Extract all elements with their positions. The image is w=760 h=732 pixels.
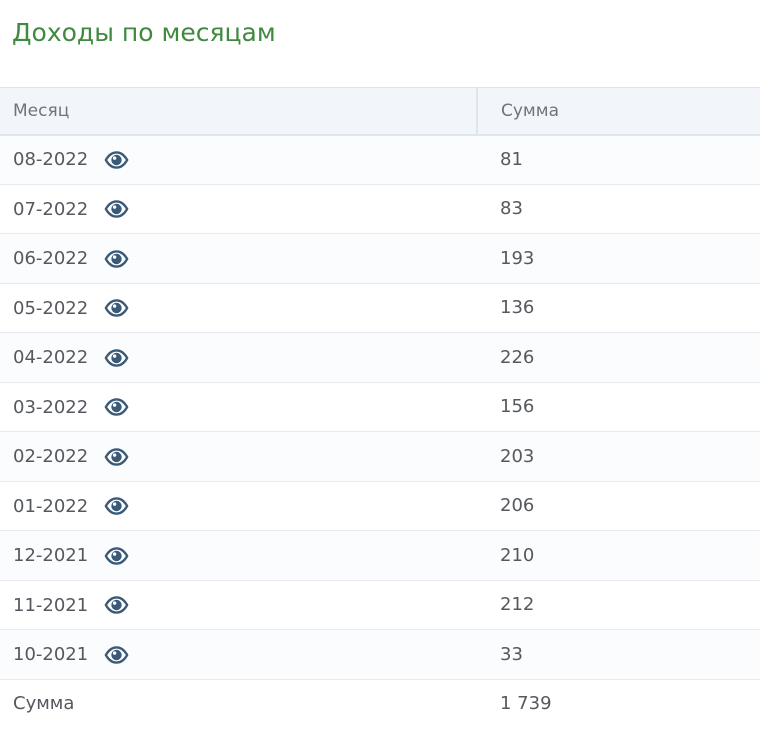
month-label: 08-2022 xyxy=(13,149,89,171)
table-row: 10-2021 33 xyxy=(0,629,760,680)
eye-icon[interactable] xyxy=(103,199,130,219)
eye-icon[interactable] xyxy=(103,397,130,417)
eye-icon[interactable] xyxy=(103,249,130,269)
cell-amount: 136 xyxy=(477,283,760,333)
table-row: 04-2022 226 xyxy=(0,332,760,383)
cell-amount: 33 xyxy=(477,629,760,680)
table-row: 01-2022 206 xyxy=(0,481,760,531)
total-label: Сумма xyxy=(13,693,75,715)
eye-icon[interactable] xyxy=(103,546,130,566)
eye-icon-graphic xyxy=(104,497,129,515)
month-label: 02-2022 xyxy=(13,446,89,467)
header-row: Месяц Сумма xyxy=(0,87,760,136)
month-label: 05-2022 xyxy=(13,297,89,319)
cell-month: 04-2022 xyxy=(0,332,477,383)
eye-icon-graphic xyxy=(104,200,129,218)
cell-amount: 212 xyxy=(477,580,760,630)
cell-month: 05-2022 xyxy=(0,283,477,333)
eye-icon[interactable] xyxy=(103,496,130,516)
eye-icon-graphic xyxy=(104,150,129,169)
eye-icon-graphic xyxy=(104,447,129,466)
month-label: 10-2021 xyxy=(13,644,89,665)
eye-icon[interactable] xyxy=(103,447,130,467)
eye-icon-graphic xyxy=(104,645,129,664)
table-row: 02-2022 203 xyxy=(0,431,760,482)
cell-amount: 203 xyxy=(477,431,760,482)
table-row: 07-2022 83 xyxy=(0,184,760,234)
month-label: 01-2022 xyxy=(13,495,89,517)
month-label: 11-2021 xyxy=(13,594,89,616)
cell-month: 11-2021 xyxy=(0,580,477,630)
column-header-month[interactable]: Месяц xyxy=(0,87,478,136)
cell-month: 10-2021 xyxy=(0,629,477,680)
cell-amount: 156 xyxy=(477,382,760,432)
cell-amount: 210 xyxy=(477,530,760,581)
month-label: 07-2022 xyxy=(13,198,89,220)
table-row: 03-2022 156 xyxy=(0,382,760,432)
eye-icon[interactable] xyxy=(103,348,130,368)
eye-icon-graphic xyxy=(104,249,129,268)
month-label: 03-2022 xyxy=(13,396,89,418)
cell-month: 01-2022 xyxy=(0,481,477,531)
eye-icon-graphic xyxy=(104,348,129,367)
eye-icon-graphic xyxy=(104,596,129,614)
eye-icon[interactable] xyxy=(103,298,130,318)
page-title: Доходы по месяцам xyxy=(12,18,276,47)
cell-amount: 226 xyxy=(477,332,760,383)
eye-icon[interactable] xyxy=(103,595,130,615)
table-body: 08-2022 81 07-2022 83 06-2022 193 05-202… xyxy=(0,134,760,680)
table-row: 11-2021 212 xyxy=(0,580,760,630)
column-header-sum[interactable]: Сумма xyxy=(477,87,760,136)
cell-month: 02-2022 xyxy=(0,431,477,482)
cell-month: 06-2022 xyxy=(0,233,477,284)
month-label: 12-2021 xyxy=(13,545,89,566)
eye-icon[interactable] xyxy=(103,150,130,170)
eye-icon-graphic xyxy=(104,398,129,416)
cell-month: 08-2022 xyxy=(0,134,477,185)
cell-amount: 83 xyxy=(477,184,760,234)
income-table: Месяц Сумма 08-2022 81 07-2022 83 06-202… xyxy=(0,87,760,728)
eye-icon-graphic xyxy=(104,546,129,565)
table-row: 08-2022 81 xyxy=(0,134,760,185)
eye-icon[interactable] xyxy=(103,645,130,665)
cell-amount: 193 xyxy=(477,233,760,284)
cell-amount: 206 xyxy=(477,481,760,531)
table-footer: Сумма 1 739 xyxy=(0,679,760,728)
cell-month: 12-2021 xyxy=(0,530,477,581)
table-row: 12-2021 210 xyxy=(0,530,760,581)
month-label: 04-2022 xyxy=(13,347,89,368)
month-label: 06-2022 xyxy=(13,248,89,269)
total-row: Сумма 1 739 xyxy=(0,679,760,728)
income-page: Доходы по месяцам Месяц Сумма 08-2022 81… xyxy=(0,0,760,732)
table-row: 05-2022 136 xyxy=(0,283,760,333)
table-header: Месяц Сумма xyxy=(0,87,760,136)
total-amount: 1 739 xyxy=(500,693,552,715)
cell-month: 07-2022 xyxy=(0,184,477,234)
cell-month: 03-2022 xyxy=(0,382,477,432)
eye-icon-graphic xyxy=(104,299,129,317)
cell-amount: 81 xyxy=(477,134,760,185)
table-row: 06-2022 193 xyxy=(0,233,760,284)
